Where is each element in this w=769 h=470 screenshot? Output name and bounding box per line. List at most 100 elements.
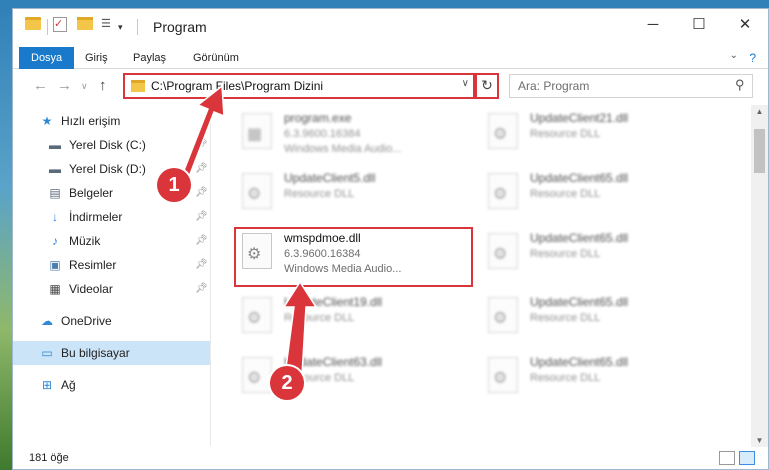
star-icon: ★ [41,114,53,128]
toolbar-separator [47,19,48,35]
file-name: UpdateClient65.dll [530,231,629,245]
sidebar-item-downloads[interactable]: ↓ İndirmeler 📌︎ [13,205,210,229]
search-icon: ⚲ [735,77,745,92]
tab-dosya[interactable]: Dosya [19,47,75,69]
file-item[interactable]: ⚙ UpdateClient65.dll Resource DLL [482,353,717,409]
status-bar: 181 öğe [13,449,768,469]
step-2-badge: 2 [270,366,304,400]
pin-icon[interactable]: 📌︎ [195,181,208,205]
sidebar-item-music[interactable]: ♪ Müzik 📌︎ [13,229,210,253]
scroll-up-arrow-icon[interactable]: ▲ [751,107,768,116]
tiles-view-icon[interactable] [739,451,755,465]
title-bar: ✓ ☰ ▾ Program ─ ☐ ✕ [13,9,768,47]
sidebar-item-label: Belgeler [69,186,114,200]
scrollbar-thumb[interactable] [754,129,765,173]
file-description: Windows Media Audio... [284,143,402,155]
file-name: UpdateClient19.dll [284,295,383,309]
computer-icon: ▭ [41,346,53,360]
pin-icon[interactable]: 📌︎ [195,205,208,229]
file-item[interactable]: ⚙ UpdateClient21.dll Resource DLL [482,109,717,165]
close-button[interactable]: ✕ [722,9,768,41]
sidebar-item-label: İndirmeler [69,210,123,224]
navigation-pane: ★ Hızlı erişim ▬ Yerel Disk (C:) 📌︎ ▬ Ye… [13,109,210,449]
properties-icon[interactable]: ✓ [53,17,67,32]
sidebar-item-label: OneDrive [61,314,112,328]
dll-file-icon: ⚙ [242,173,272,209]
up-arrow-icon[interactable]: ↑ [99,77,107,94]
vertical-scrollbar[interactable]: ▲ ▼ [751,105,768,447]
file-item[interactable]: ⚙ UpdateClient65.dll Resource DLL [482,169,717,225]
file-item[interactable]: ▦ program.exe 6.3.9600.16384 Windows Med… [236,109,471,165]
file-name: UpdateClient5.dll [284,171,376,185]
sidebar-item-drive-c[interactable]: ▬ Yerel Disk (C:) 📌︎ [13,133,210,157]
sidebar-item-pictures[interactable]: ▣ Resimler 📌︎ [13,253,210,277]
window-title: Program [153,19,207,35]
cloud-icon: ☁ [41,314,53,328]
file-version: 6.3.9600.16384 [284,128,361,140]
address-bar[interactable]: C:\Program Files\Program Dizini ∨ [123,73,475,99]
explorer-window: ✓ ☰ ▾ Program ─ ☐ ✕ Dosya Giriş Paylaş G… [12,8,769,470]
dll-file-icon: ⚙ [488,113,518,149]
dll-file-icon: ⚙ [242,297,272,333]
sidebar-item-this-pc[interactable]: ▭ Bu bilgisayar [13,341,210,365]
sidebar-item-label: Hızlı erişim [61,114,121,128]
maximize-button[interactable]: ☐ [676,9,722,41]
address-history-chevron-icon[interactable]: ∨ [462,78,469,89]
new-folder-icon[interactable] [77,17,93,30]
tab-giris[interactable]: Giriş [77,47,116,69]
pane-divider[interactable] [210,101,211,446]
file-item[interactable]: ⚙ UpdateClient65.dll Resource DLL [482,293,717,349]
videos-icon: ▦ [49,282,61,296]
dll-file-icon: ⚙ [488,297,518,333]
pin-icon[interactable]: 📌︎ [195,229,208,253]
exe-file-icon: ▦ [242,113,272,149]
expand-ribbon-chevron-icon[interactable]: ⌄ [730,50,738,61]
sidebar-item-label: Resimler [69,258,117,272]
documents-icon: ▤ [49,186,61,200]
pin-icon[interactable]: 📌︎ [195,133,208,157]
pin-icon[interactable]: 📌︎ [195,253,208,277]
dll-file-icon: ⚙ [488,173,518,209]
sidebar-item-onedrive[interactable]: ☁ OneDrive [13,309,210,333]
help-icon[interactable]: ? [749,51,756,65]
file-name: program.exe [284,111,352,125]
sidebar-item-label: Yerel Disk (D:) [69,162,146,176]
refresh-button[interactable]: ↻ [475,73,499,99]
ribbon: Dosya Giriş Paylaş Görünüm ⌄ ? [13,45,768,69]
tab-paylas[interactable]: Paylaş [125,47,174,69]
download-icon: ↓ [52,210,58,224]
file-description: Resource DLL [530,312,601,324]
file-description: Resource DLL [530,188,601,200]
item-count: 181 öğe [29,452,69,464]
customize-toolbar-chevron-icon[interactable]: ▾ [118,17,123,37]
sidebar-item-network[interactable]: ⊞ Ağ [13,373,210,397]
pin-icon[interactable]: 📌︎ [195,157,208,181]
recent-locations-chevron-icon[interactable]: ∨ [81,81,88,92]
pin-icon[interactable]: 📌︎ [195,277,208,301]
file-name: UpdateClient65.dll [530,171,629,185]
back-arrow-icon[interactable]: ← [33,77,48,94]
folder-icon [131,80,145,92]
file-item-wmspdmoe[interactable]: ⚙ wmspdmoe.dll 6.3.9600.16384 Windows Me… [234,227,473,287]
list-icon[interactable]: ☰ [101,17,115,31]
folder-icon[interactable] [25,17,41,30]
file-item[interactable]: ⚙ UpdateClient5.dll Resource DLL [236,169,471,225]
scroll-down-arrow-icon[interactable]: ▼ [751,436,768,445]
sidebar-item-label: Yerel Disk (C:) [69,138,146,152]
sidebar-item-label: Müzik [69,234,101,248]
details-view-icon[interactable] [719,451,735,465]
sidebar-item-quick-access[interactable]: ★ Hızlı erişim [13,109,210,133]
file-item[interactable]: ⚙ UpdateClient19.dll Resource DLL [236,293,471,349]
pictures-icon: ▣ [49,258,61,272]
sidebar-item-videos[interactable]: ▦ Videolar 📌︎ [13,277,210,301]
search-input[interactable]: Ara: Program ⚲ [509,74,753,98]
file-item[interactable]: ⚙ UpdateClient65.dll Resource DLL [482,229,717,285]
sidebar-item-label: Ağ [61,378,76,392]
file-name: UpdateClient21.dll [530,111,629,125]
file-version: 6.3.9600.16384 [284,248,361,260]
file-description: Windows Media Audio... [284,263,402,275]
forward-arrow-icon[interactable]: → [57,77,72,94]
sidebar-item-label: Videolar [69,282,113,296]
tab-gorunum[interactable]: Görünüm [185,47,247,69]
minimize-button[interactable]: ─ [630,9,676,41]
